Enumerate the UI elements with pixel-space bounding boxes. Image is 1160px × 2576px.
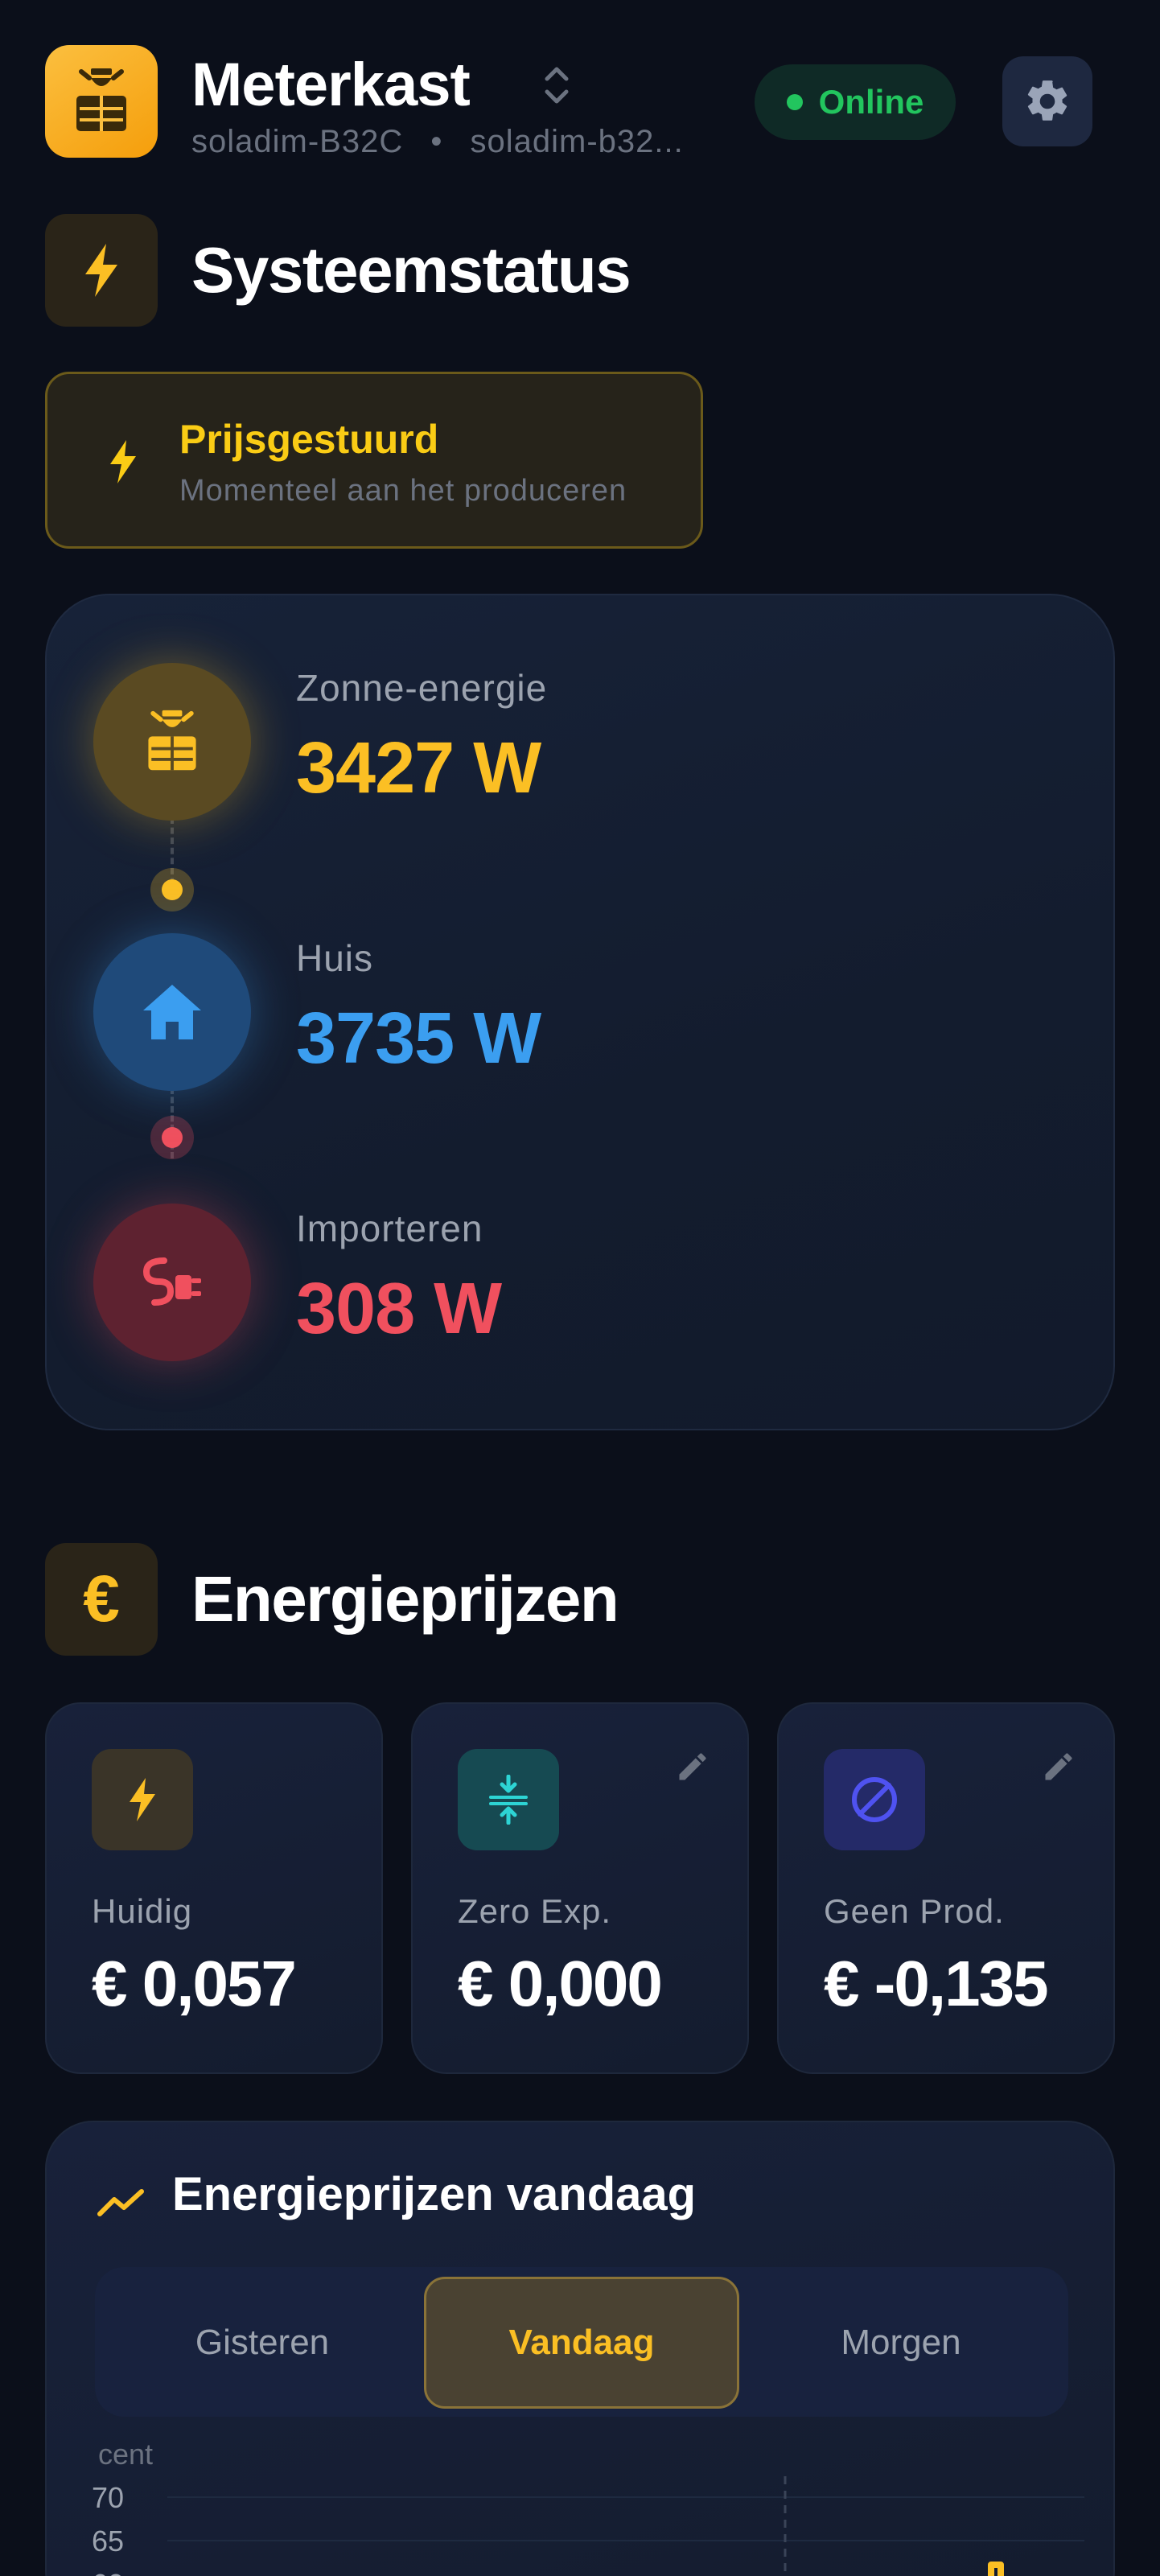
flow-value-import: 308 W	[296, 1269, 502, 1349]
y-tick: 60	[92, 2568, 124, 2576]
price-line	[988, 2562, 1004, 2576]
title-block: Meterkast soladim-B32C • soladim-b32...	[191, 45, 683, 159]
price-label: Zero Exp.	[458, 1892, 612, 1930]
chevron-up-down-icon[interactable]	[541, 55, 573, 116]
price-card-current: Huidig € 0,057	[45, 1702, 383, 2074]
flow-node-solar	[150, 868, 194, 911]
y-tick: 65	[92, 2525, 125, 2557]
pencil-edit-icon[interactable]	[675, 1749, 710, 1784]
euro-icon: €	[83, 1562, 120, 1636]
price-label: Huidig	[92, 1892, 193, 1930]
prohibited-icon	[824, 1749, 925, 1850]
compress-icon	[458, 1749, 559, 1850]
settings-button[interactable]	[1002, 56, 1092, 146]
grid-plug-icon	[142, 1257, 201, 1306]
app-header: Meterkast soladim-B32C • soladim-b32... …	[45, 45, 1115, 159]
flow-label-home: Huis	[296, 937, 374, 979]
separator-dot: •	[430, 124, 443, 159]
price-card-zero-export: Zero Exp. € 0,000	[411, 1702, 749, 2074]
price-chart-card: Energieprijzen vandaag Gisteren Vandaag …	[45, 2121, 1115, 2576]
online-dot-icon	[786, 94, 803, 110]
y-axis-unit: cent	[98, 2438, 154, 2471]
device-id: soladim-B32C	[191, 124, 404, 159]
status-badge: Online	[755, 64, 956, 140]
flow-value-home: 3735 W	[296, 998, 541, 1079]
price-value: € 0,000	[458, 1948, 663, 2019]
day-tabs: Gisteren Vandaag Morgen	[95, 2267, 1068, 2417]
pencil-edit-icon[interactable]	[1041, 1749, 1076, 1784]
lightning-icon	[110, 440, 136, 484]
home-icon	[143, 985, 201, 1039]
solar-circle	[93, 663, 251, 821]
price-label: Geen Prod.	[824, 1892, 1005, 1930]
device-subtitle: soladim-B32C • soladim-b32...	[191, 124, 684, 160]
solar-panel-icon	[148, 710, 196, 771]
flow-label-solar: Zonne-energie	[296, 667, 548, 709]
tab-today[interactable]: Vandaag	[424, 2277, 739, 2409]
solar-panel-logo-icon	[45, 45, 158, 158]
chart-title: Energieprijzen vandaag	[172, 2168, 697, 2220]
price-value: € 0,057	[92, 1948, 297, 2019]
price-card-no-production: Geen Prod. € -0,135	[777, 1702, 1115, 2074]
lightning-icon	[92, 1749, 193, 1850]
euro-section-icon: €	[45, 1543, 158, 1656]
tab-tomorrow[interactable]: Morgen	[743, 2277, 1059, 2409]
mode-card[interactable]: Prijsgestuurd Momenteel aan het producer…	[45, 372, 703, 549]
mode-subtitle: Momenteel aan het produceren	[179, 474, 627, 508]
price-value: € -0,135	[824, 1948, 1049, 2019]
section-title-energy-prices: Energieprijzen	[191, 1563, 619, 1635]
device-title[interactable]: Meterkast	[191, 45, 471, 126]
flow-node-import	[150, 1116, 194, 1159]
lightning-section-icon	[45, 214, 158, 327]
import-circle	[93, 1204, 251, 1361]
mode-title: Prijsgestuurd	[179, 417, 439, 462]
price-chart-plot	[167, 2476, 1084, 2576]
device-host: soladim-b32...	[470, 124, 684, 159]
flow-value-solar: 3427 W	[296, 728, 541, 809]
section-title-systemstatus: Systeemstatus	[191, 234, 631, 306]
home-circle	[93, 933, 251, 1091]
trending-up-icon	[97, 2189, 144, 2216]
gear-icon	[1027, 80, 1067, 121]
flow-label-import: Importeren	[296, 1208, 483, 1249]
tab-yesterday[interactable]: Gisteren	[105, 2277, 420, 2409]
energy-flow-card: Zonne-energie 3427 W Huis 3735 W Importe…	[45, 594, 1115, 1430]
status-text: Online	[818, 83, 924, 121]
y-tick: 70	[92, 2481, 125, 2514]
